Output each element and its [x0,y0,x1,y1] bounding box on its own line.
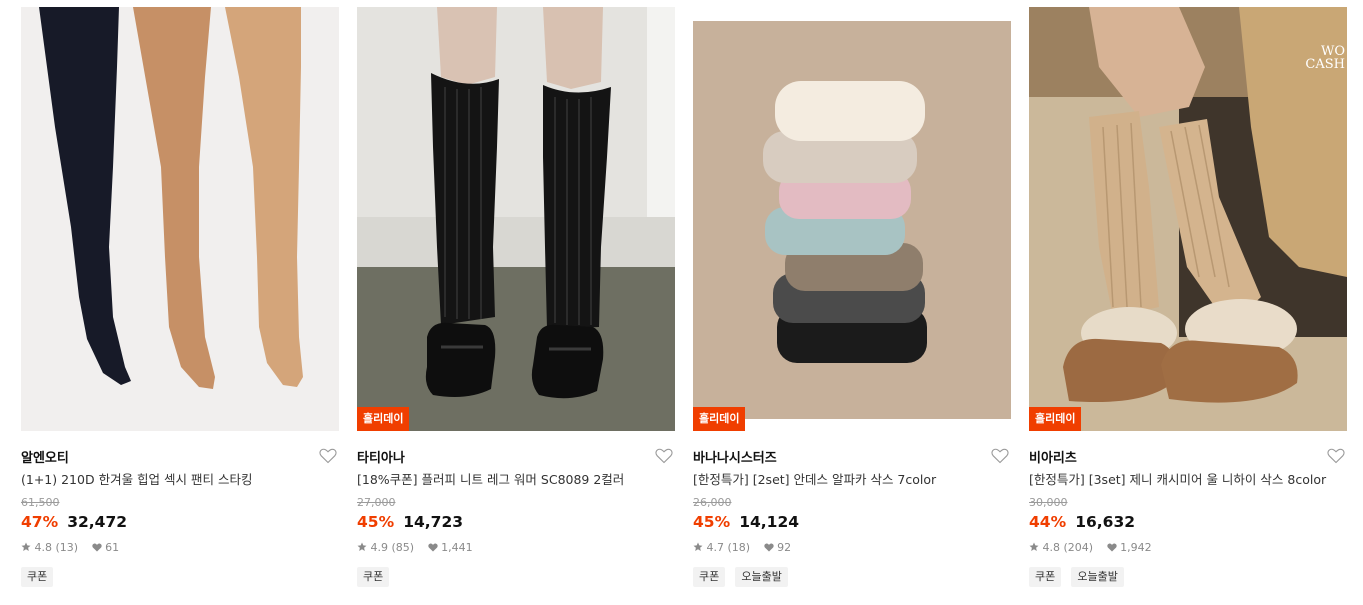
discount-rate: 45% [357,513,395,531]
product-card[interactable]: 홀리데이 타티아나 [18%쿠폰] 플러피 니트 레그 워머 SC8089 2컬… [357,7,675,597]
tag-list: 쿠폰 [357,565,675,587]
heart-filled-icon [763,543,774,552]
product-card[interactable]: 홀리데이 WO CASH 비아리츠 [한정특가] [3set] 제니 캐시미어 울… [1029,7,1347,597]
heart-outline-icon[interactable] [991,448,1009,464]
product-card[interactable]: 알엔오티 (1+1) 210D 한겨울 힙업 섹시 팬티 스타킹 61,500 … [21,7,339,597]
tag-coupon: 쿠폰 [21,567,54,587]
review-stats: 4.8 (13) 61 [21,541,339,555]
tag-ships-today: 오늘출발 [735,567,788,587]
stockings-photo [21,7,339,431]
original-price: 61,500 [21,496,60,509]
product-image-cashmere-socks[interactable]: 홀리데이 WO CASH [1029,7,1347,431]
sale-price: 14,124 [739,513,800,531]
discount-rate: 45% [693,513,731,531]
review-count: (85) [391,541,415,554]
like-count: 92 [777,541,792,554]
review-count: (13) [55,541,79,554]
original-price: 30,000 [1029,496,1068,509]
rating-value: 4.8 [1042,541,1061,554]
brand-name[interactable]: 알엔오티 [21,451,69,466]
star-icon [693,542,703,551]
image-watermark: WO CASH [1305,44,1345,72]
brand-row: 바나나시스터즈 [693,447,1011,466]
heart-filled-icon [1106,543,1117,552]
tag-list: 쿠폰 오늘출발 [1029,565,1347,587]
review-count: (18) [727,541,751,554]
like-count: 61 [105,541,120,554]
holiday-badge: 홀리데이 [693,407,746,431]
rating-value: 4.7 [706,541,725,554]
heart-outline-icon[interactable] [655,448,673,464]
product-image-alpaca-socks[interactable]: 홀리데이 [693,7,1011,431]
heart-filled-icon [91,543,102,552]
discount-rate: 47% [21,513,59,531]
review-stats: 4.8 (204) 1,942 [1029,541,1347,555]
brand-name[interactable]: 타티아나 [357,451,405,466]
price-row: 44% 16,632 [1029,512,1347,532]
review-stats: 4.9 (85) 1,441 [357,541,675,555]
holiday-badge: 홀리데이 [1029,407,1082,431]
sale-price: 14,723 [403,513,464,531]
tag-coupon: 쿠폰 [1029,567,1062,587]
product-title[interactable]: [한정특가] [3set] 제니 캐시미어 울 니하이 삭스 8color [1029,471,1347,489]
discount-rate: 44% [1029,513,1067,531]
brand-row: 비아리츠 [1029,447,1347,466]
review-count: (204) [1063,541,1094,554]
price-row: 45% 14,723 [357,512,675,532]
heart-outline-icon[interactable] [319,448,337,464]
product-card[interactable]: 홀리데이 바나나시스터즈 [한정특가] [2set] 안데스 알파카 삭스 7c… [693,7,1011,597]
star-icon [21,542,31,551]
heart-outline-icon[interactable] [1327,448,1345,464]
product-title[interactable]: [한정특가] [2set] 안데스 알파카 삭스 7color [693,471,1011,489]
original-price: 26,000 [693,496,732,509]
tag-coupon: 쿠폰 [357,567,390,587]
alpaca-socks-photo [693,7,1011,431]
brand-name[interactable]: 바나나시스터즈 [693,451,777,466]
brand-row: 타티아나 [357,447,675,466]
tag-list: 쿠폰 오늘출발 [693,565,1011,587]
original-price: 27,000 [357,496,396,509]
product-image-leg-warmer[interactable]: 홀리데이 [357,7,675,431]
star-icon [1029,542,1039,551]
price-row: 45% 14,124 [693,512,1011,532]
product-image-stockings[interactable] [21,7,339,431]
leg-warmer-photo [357,7,675,431]
review-stats: 4.7 (18) 92 [693,541,1011,555]
tag-coupon: 쿠폰 [693,567,726,587]
price-row: 47% 32,472 [21,512,339,532]
tag-list: 쿠폰 [21,565,339,587]
rating-value: 4.8 [34,541,53,554]
cashmere-socks-photo [1029,7,1347,431]
brand-row: 알엔오티 [21,447,339,466]
holiday-badge: 홀리데이 [357,407,410,431]
like-count: 1,441 [441,541,473,554]
brand-name[interactable]: 비아리츠 [1029,451,1077,466]
product-title[interactable]: (1+1) 210D 한겨울 힙업 섹시 팬티 스타킹 [21,471,339,489]
star-icon [357,542,367,551]
tag-ships-today: 오늘출발 [1071,567,1124,587]
like-count: 1,942 [1120,541,1152,554]
product-grid: 알엔오티 (1+1) 210D 한겨울 힙업 섹시 팬티 스타킹 61,500 … [0,0,1363,605]
rating-value: 4.9 [370,541,389,554]
sale-price: 32,472 [67,513,128,531]
heart-filled-icon [427,543,438,552]
sale-price: 16,632 [1075,513,1136,531]
product-title[interactable]: [18%쿠폰] 플러피 니트 레그 워머 SC8089 2컬러 [357,471,675,489]
